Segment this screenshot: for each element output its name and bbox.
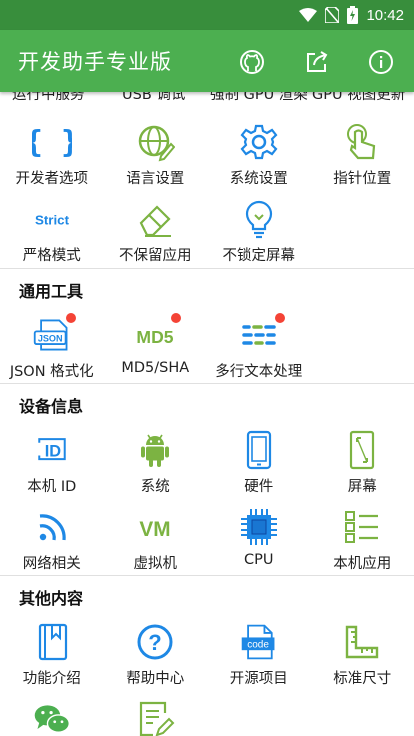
tile-feature-intro[interactable]: 功能介绍 [0, 612, 104, 689]
screen-icon [350, 430, 375, 470]
github-button[interactable] [238, 48, 266, 76]
tools-grid: JSON JSON 格式化 MD5 MD5/SHA 多行文本处理 [0, 305, 414, 382]
vm-icon: VM [140, 518, 171, 541]
svg-text:code: code [247, 639, 269, 650]
braces-icon: { } [32, 125, 72, 160]
tile-usb-debugging[interactable]: USB 调试 [122, 92, 185, 104]
tile-network[interactable]: 网络相关 [0, 497, 104, 574]
section-title-device: 设备信息 [19, 397, 84, 416]
tile-multiline-text[interactable]: 多行文本处理 [207, 305, 311, 382]
eraser-icon [139, 205, 172, 237]
wechat-icon [34, 705, 70, 733]
tile-language-settings[interactable]: 语言设置 [104, 112, 208, 189]
tile-open-source[interactable]: code 开源项目 [207, 612, 311, 689]
wifi-signal-icon [299, 8, 318, 22]
tile-md5-sha[interactable]: MD5 MD5/SHA [104, 305, 208, 382]
json-icon: JSON [33, 319, 68, 351]
tile-system-settings[interactable]: 系统设置 [207, 112, 311, 189]
new-badge-dot [65, 313, 76, 323]
tile-standard-size[interactable]: 标准尺寸 [311, 612, 414, 689]
tile-device-id[interactable]: ID 本机 ID [0, 420, 104, 497]
status-time: 10:42 [366, 6, 404, 24]
tile-screen[interactable]: 屏幕 [311, 420, 414, 497]
info-button[interactable] [367, 48, 395, 76]
info-icon [369, 50, 393, 74]
status-bar: 10:42 [0, 0, 414, 30]
svg-text:VM: VM [140, 518, 171, 541]
github-icon [240, 50, 264, 74]
tile-virtual-machine[interactable]: VM 虚拟机 [104, 497, 208, 574]
strict-icon: Strict [35, 212, 70, 227]
tile-installed-apps[interactable]: 本机应用 [311, 497, 414, 574]
section-divider [0, 575, 414, 576]
svg-text:Strict: Strict [35, 212, 70, 227]
app-title: 开发助手专业版 [18, 50, 172, 74]
multiline-text-icon [242, 325, 276, 345]
section-divider [0, 383, 414, 384]
main-content: 运行中服务 USB 调试 强制 GPU 渲染 GPU 视图更新 { } 开发者选… [0, 92, 414, 736]
wifi-icon [39, 514, 66, 541]
tile-help-center[interactable]: ? 帮助中心 [104, 612, 208, 689]
book-icon [38, 623, 67, 661]
share-button[interactable] [303, 48, 331, 76]
battery-charging-icon [347, 6, 359, 24]
tile-feedback[interactable] [104, 689, 208, 736]
svg-text:ID: ID [44, 442, 61, 460]
svg-text:?: ? [149, 630, 162, 655]
section-title-other: 其他内容 [19, 589, 84, 608]
id-icon: ID [38, 438, 66, 460]
tile-hardware[interactable]: 硬件 [207, 420, 311, 497]
tile-developer-options[interactable]: { } 开发者选项 [0, 112, 104, 189]
tile-running-services[interactable]: 运行中服务 [12, 92, 85, 104]
tile-cpu[interactable]: CPU [207, 497, 311, 574]
share-icon [307, 51, 328, 72]
svg-text:JSON: JSON [38, 333, 63, 343]
tile-strict-mode[interactable]: Strict 严格模式 [0, 189, 104, 266]
tile-json-formatter[interactable]: JSON JSON 格式化 [0, 305, 104, 382]
tile-dont-keep-activities[interactable]: 不保留应用 [104, 189, 208, 266]
lightbulb-icon [245, 200, 272, 239]
code-file-icon: code [241, 624, 275, 660]
gear-icon [240, 124, 278, 160]
partial-tool-row: 运行中服务 USB 调试 强制 GPU 渲染 GPU 视图更新 [0, 92, 414, 103]
new-badge-dot [274, 313, 285, 323]
tile-stay-awake[interactable]: 不锁定屏幕 [207, 189, 311, 266]
cpu-icon [240, 509, 277, 545]
svg-text:MD5: MD5 [137, 327, 174, 347]
section-title-tools: 通用工具 [19, 282, 84, 301]
section-divider [0, 268, 414, 269]
tile-force-gpu[interactable]: 强制 GPU 渲染 [210, 92, 308, 104]
device-grid: ID 本机 ID 系统 硬件 屏幕 网络相关 VM 虚拟机 CPU 本机应用 [0, 420, 414, 574]
tile-wechat[interactable] [0, 689, 104, 736]
dev-options-grid: { } 开发者选项 语言设置 系统设置 指针位置 Strict 严格模式 不保留… [0, 112, 414, 266]
android-icon [141, 434, 170, 467]
tile-gpu-view-updates[interactable]: GPU 视图更新 [312, 92, 405, 104]
tile-system[interactable]: 系统 [104, 420, 208, 497]
other-grid: 功能介绍 ? 帮助中心 code 开源项目 标准尺寸 [0, 612, 414, 736]
svg-text:{ }: { } [32, 125, 72, 160]
no-sim-icon [325, 7, 340, 23]
tile-pointer-location[interactable]: 指针位置 [311, 112, 414, 189]
new-badge-dot [171, 313, 182, 323]
help-icon: ? [137, 624, 173, 660]
md5-icon: MD5 [137, 327, 174, 347]
ruler-icon [346, 625, 379, 659]
phone-icon [246, 430, 271, 470]
app-bar: 开发助手专业版 [0, 30, 414, 92]
globe-icon [139, 125, 176, 162]
feedback-icon [140, 701, 175, 736]
apps-list-icon [345, 511, 379, 543]
pointer-icon [347, 124, 376, 160]
